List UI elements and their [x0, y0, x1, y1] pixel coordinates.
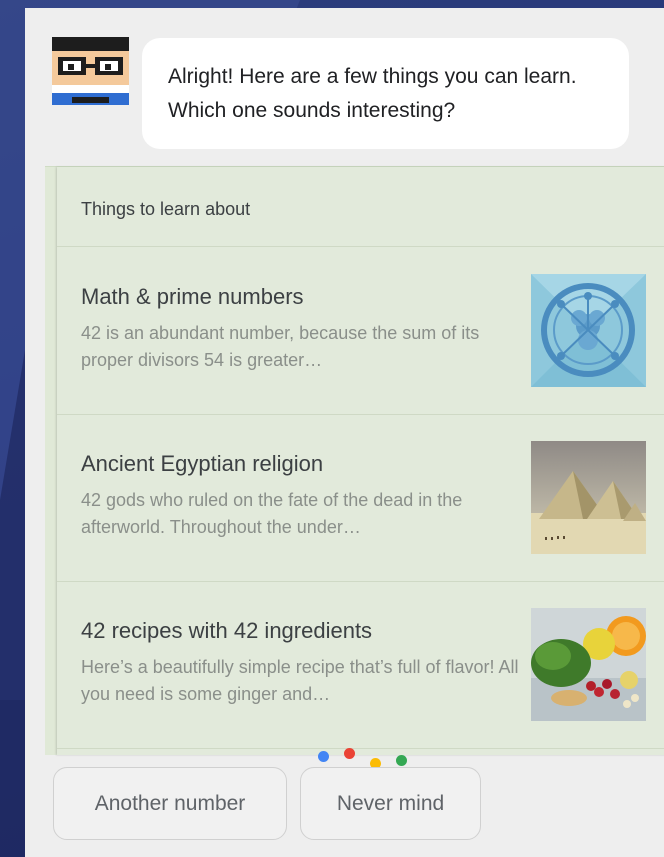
item-description: 42 is an abundant number, because the su… — [81, 323, 480, 370]
suggestion-chip-never-mind[interactable]: Never mind — [300, 767, 481, 840]
green-dot — [396, 755, 407, 766]
blue-dot — [318, 751, 329, 762]
item-description: Here’s a beautifully simple recipe that’… — [81, 657, 519, 704]
assistant-message-text: Alright! Here are a few things you can l… — [168, 65, 577, 122]
list-item-egypt[interactable]: Ancient Egyptian religion 42 gods who ru… — [57, 415, 664, 582]
avatar-glasses-icon — [52, 37, 129, 105]
learn-card-list: Things to learn about Math & prime numbe… — [57, 167, 664, 755]
assistant-message-bubble: Alright! Here are a few things you can l… — [142, 38, 629, 149]
pyramids-image — [531, 441, 646, 554]
item-title: 42 recipes with 42 ingredients — [81, 618, 373, 643]
card-header: Things to learn about — [57, 167, 664, 247]
list-item-math[interactable]: Math & prime numbers 42 is an abundant n… — [57, 248, 664, 415]
network-diagram-icon — [531, 274, 646, 387]
item-title: Ancient Egyptian religion — [81, 451, 324, 476]
ingredients-image — [531, 608, 646, 721]
list-item-recipes[interactable]: 42 recipes with 42 ingredients Here’s a … — [57, 582, 664, 749]
red-dot — [344, 748, 355, 759]
learn-card: Things to learn about Math & prime numbe… — [45, 166, 664, 755]
suggestion-chip-another-number[interactable]: Another number — [53, 767, 287, 840]
item-title: Math & prime numbers — [81, 284, 304, 309]
assistant-avatar — [52, 37, 129, 113]
item-description: 42 gods who ruled on the fate of the dea… — [81, 490, 463, 537]
